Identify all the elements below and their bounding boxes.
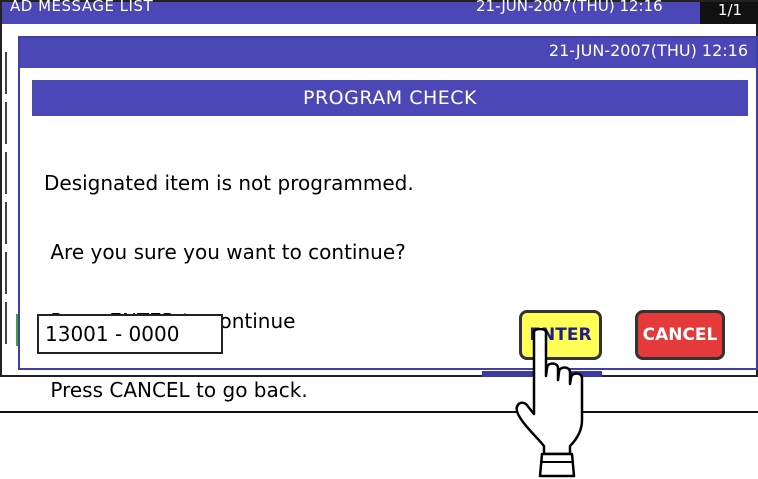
background-side-edges <box>5 52 13 372</box>
background-title: AD MESSAGE LIST <box>10 0 154 15</box>
background-date: 21-JUN-2007(THU) 12:16 <box>476 0 663 15</box>
message-line: Are you sure you want to continue? <box>44 240 406 264</box>
cancel-button[interactable]: CANCEL <box>635 310 725 360</box>
program-check-dialog: 21-JUN-2007(THU) 12:16 PROGRAM CHECK Des… <box>18 36 758 402</box>
message-line: Designated item is not programmed. <box>44 171 414 195</box>
item-code-field: 13001 - 0000 <box>37 314 223 354</box>
dialog-header-bar: 21-JUN-2007(THU) 12:16 <box>20 38 756 68</box>
dialog-message: Designated item is not programmed. Are y… <box>44 126 414 448</box>
background-titlebar: AD MESSAGE LIST 21-JUN-2007(THU) 12:16 1… <box>2 0 758 24</box>
dialog-date: 21-JUN-2007(THU) 12:16 <box>548 41 748 60</box>
message-line: Press CANCEL to go back. <box>44 378 308 402</box>
divider <box>0 411 758 413</box>
pointing-hand-icon <box>515 328 584 478</box>
page-indicator: 1/1 <box>700 2 758 24</box>
dialog-title: PROGRAM CHECK <box>32 80 748 116</box>
